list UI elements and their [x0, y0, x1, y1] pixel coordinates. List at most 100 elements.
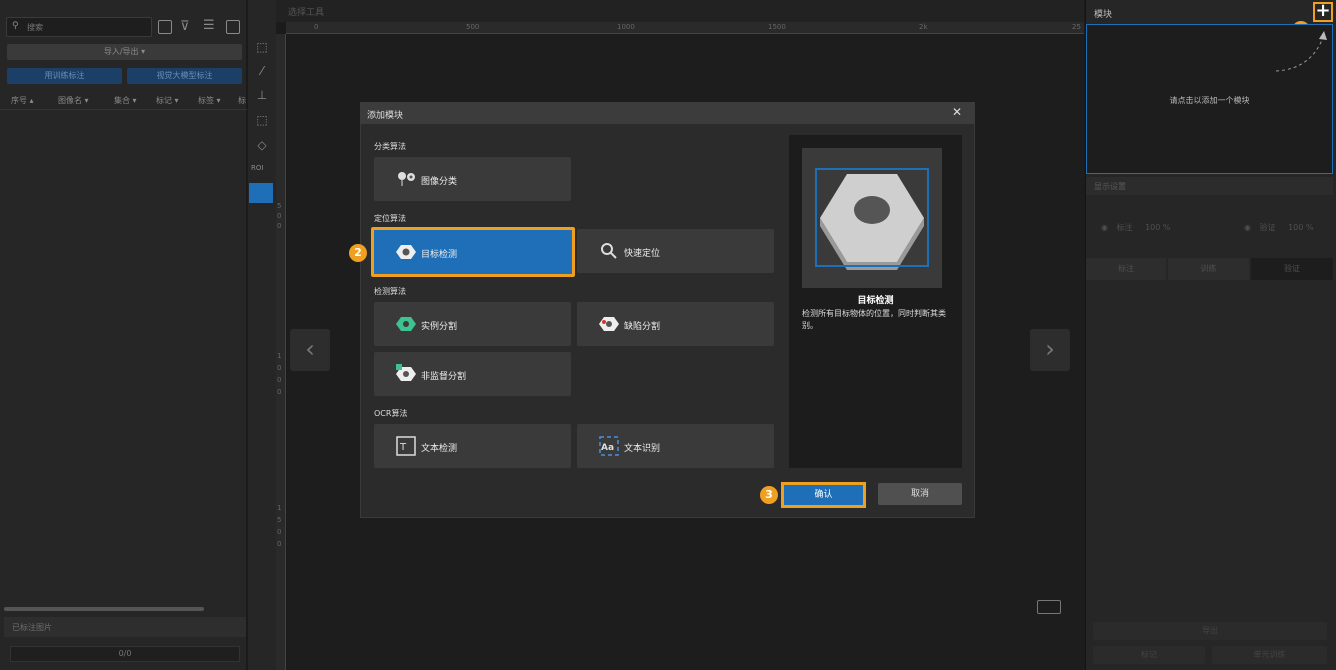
- preview-title: 目标检测: [857, 296, 894, 306]
- ruler-tick: 0: [277, 528, 282, 536]
- classification-icon: [398, 172, 415, 186]
- card-image-classification[interactable]: 图像分类: [374, 157, 571, 201]
- next-image-button[interactable]: ›: [1030, 329, 1070, 371]
- display-settings-header[interactable]: 显示设置: [1086, 177, 1333, 195]
- card-fast-positioning[interactable]: 快速定位: [577, 229, 774, 273]
- magic-wand-icon[interactable]: ⁄: [254, 64, 270, 80]
- ruler-tick: 0: [277, 388, 282, 396]
- import-export-button[interactable]: 导入/导出 ▾: [7, 44, 242, 60]
- module-panel-title: 模块: [1094, 10, 1113, 20]
- polygon-icon[interactable]: ⬚: [254, 113, 270, 129]
- col-more[interactable]: 标: [238, 95, 246, 106]
- preview-selection-frame: [815, 168, 929, 267]
- eye-icon: ◉: [1244, 223, 1251, 232]
- card-defect-segmentation[interactable]: 缺陷分割: [577, 302, 774, 346]
- col-image-name[interactable]: 图像名 ▾: [58, 95, 89, 106]
- add-module-hint: 请点击以添加一个模块: [1169, 96, 1250, 105]
- card-label: 非监督分割: [421, 372, 467, 382]
- card-instance-segmentation[interactable]: 实例分割: [374, 302, 571, 346]
- ruler-tick: 25: [1072, 23, 1081, 31]
- card-label: 文本识别: [624, 444, 661, 454]
- col-set[interactable]: 集合 ▾: [114, 95, 137, 106]
- card-label: 目标检测: [421, 250, 458, 260]
- eraser-icon[interactable]: ◇: [254, 138, 270, 154]
- export-button[interactable]: 导出: [1093, 622, 1327, 640]
- annotate-visibility[interactable]: ◉ 标注 100 %: [1101, 222, 1171, 233]
- confirm-button[interactable]: 确认: [781, 482, 866, 508]
- active-tool-button[interactable]: [249, 183, 273, 203]
- stamp-icon[interactable]: ⊥: [254, 88, 270, 104]
- section-classification: 分类算法: [374, 142, 406, 151]
- dashed-arrow-icon: [1275, 31, 1327, 72]
- verify-visibility[interactable]: ◉ 验证 100 %: [1244, 222, 1314, 233]
- card-label: 缺陷分割: [624, 322, 661, 332]
- section-localization: 定位算法: [374, 214, 406, 223]
- eye-icon: ◉: [1101, 223, 1108, 232]
- ruler-tick: 0: [277, 212, 282, 220]
- step-2-badge: 2: [349, 244, 367, 262]
- grid-view-icon[interactable]: [226, 20, 240, 34]
- canvas-toolbar: 选择工具: [276, 0, 1084, 22]
- ruler-tick: 5: [277, 516, 282, 524]
- card-unsupervised-segmentation[interactable]: 非监督分割: [374, 352, 571, 396]
- rect-select-icon[interactable]: ⬚: [254, 40, 270, 56]
- svg-text:Aa: Aa: [601, 443, 614, 453]
- ruler-tick: 0: [277, 222, 282, 230]
- keyboard-icon[interactable]: [1037, 600, 1061, 614]
- annotate-visibility-value: 100 %: [1145, 223, 1171, 232]
- section-detection: 检测算法: [374, 287, 406, 296]
- ruler-tick: 0: [314, 23, 319, 31]
- labeled-images-label: 已标注图片: [12, 623, 52, 632]
- image-table-header: 序号 ▴ 图像名 ▾ 集合 ▾ 标记 ▾ 标签 ▾ 标: [0, 92, 247, 110]
- card-object-detection[interactable]: 目标检测: [371, 227, 575, 277]
- train-annotate-button[interactable]: 用训练标注: [7, 68, 122, 84]
- labeled-images-bar[interactable]: 已标注图片: [4, 617, 246, 637]
- top-ruler: 0 500 1000 1500 2k 25: [286, 22, 1084, 34]
- dialog-header: [360, 102, 975, 124]
- ruler-tick: 500: [466, 23, 480, 31]
- col-mark[interactable]: 标记 ▾: [156, 95, 179, 106]
- list-icon[interactable]: ☰: [203, 18, 215, 33]
- large-model-annotate-button[interactable]: 视觉大模型标注: [127, 68, 242, 84]
- tab-annotate[interactable]: 标注: [1086, 258, 1166, 280]
- left-ruler: 5 0 0 1 0 0 0 1 5 0 0: [276, 34, 286, 670]
- text-box-icon: T: [396, 436, 416, 456]
- card-label: 图像分类: [421, 177, 458, 187]
- mark-button[interactable]: 标记: [1093, 646, 1205, 664]
- section-ocr: OCR算法: [374, 409, 408, 418]
- col-tag[interactable]: 标签 ▾: [198, 95, 221, 106]
- tab-train[interactable]: 训练: [1168, 258, 1249, 280]
- display-settings-label: 显示设置: [1094, 182, 1126, 191]
- verify-visibility-value: 100 %: [1288, 223, 1314, 232]
- card-text-detection[interactable]: T 文本检测: [374, 424, 571, 468]
- card-label: 快速定位: [624, 249, 661, 259]
- ruler-tick: 0: [277, 376, 282, 384]
- image-count: 0/0: [10, 646, 240, 662]
- dialog-title: 添加模块: [367, 111, 404, 121]
- module-area[interactable]: 请点击以添加一个模块: [1086, 24, 1333, 174]
- search-placeholder: 搜索: [27, 23, 43, 32]
- horizontal-scrollbar[interactable]: [4, 607, 204, 611]
- aa-text-icon: Aa: [599, 436, 619, 456]
- unsupervised-nut-icon: [396, 364, 416, 381]
- image-filter-icon[interactable]: [158, 20, 172, 34]
- prev-image-button[interactable]: ‹: [290, 329, 330, 371]
- col-index[interactable]: 序号 ▴: [11, 95, 34, 106]
- ruler-tick: 1: [277, 352, 282, 360]
- add-module-button[interactable]: +: [1313, 2, 1333, 22]
- annotate-visibility-label: 标注: [1116, 223, 1133, 232]
- card-label: 实例分割: [421, 322, 458, 332]
- select-tool-label: 选择工具: [288, 8, 325, 18]
- cancel-button[interactable]: 取消: [878, 483, 962, 505]
- tab-verify[interactable]: 验证: [1251, 258, 1333, 280]
- search-icon: ⚲: [12, 21, 19, 31]
- roi-tool[interactable]: ROI: [251, 164, 263, 172]
- verify-visibility-label: 验证: [1259, 223, 1276, 232]
- unit-train-button[interactable]: 单元训练: [1212, 646, 1327, 664]
- card-text-recognition[interactable]: Aa 文本识别: [577, 424, 774, 468]
- close-icon[interactable]: ✕: [952, 105, 962, 119]
- green-nut-icon: [396, 317, 416, 331]
- ruler-tick: 2k: [919, 23, 928, 31]
- search-input[interactable]: ⚲ 搜索: [6, 17, 152, 37]
- funnel-icon[interactable]: ⊽: [180, 19, 190, 34]
